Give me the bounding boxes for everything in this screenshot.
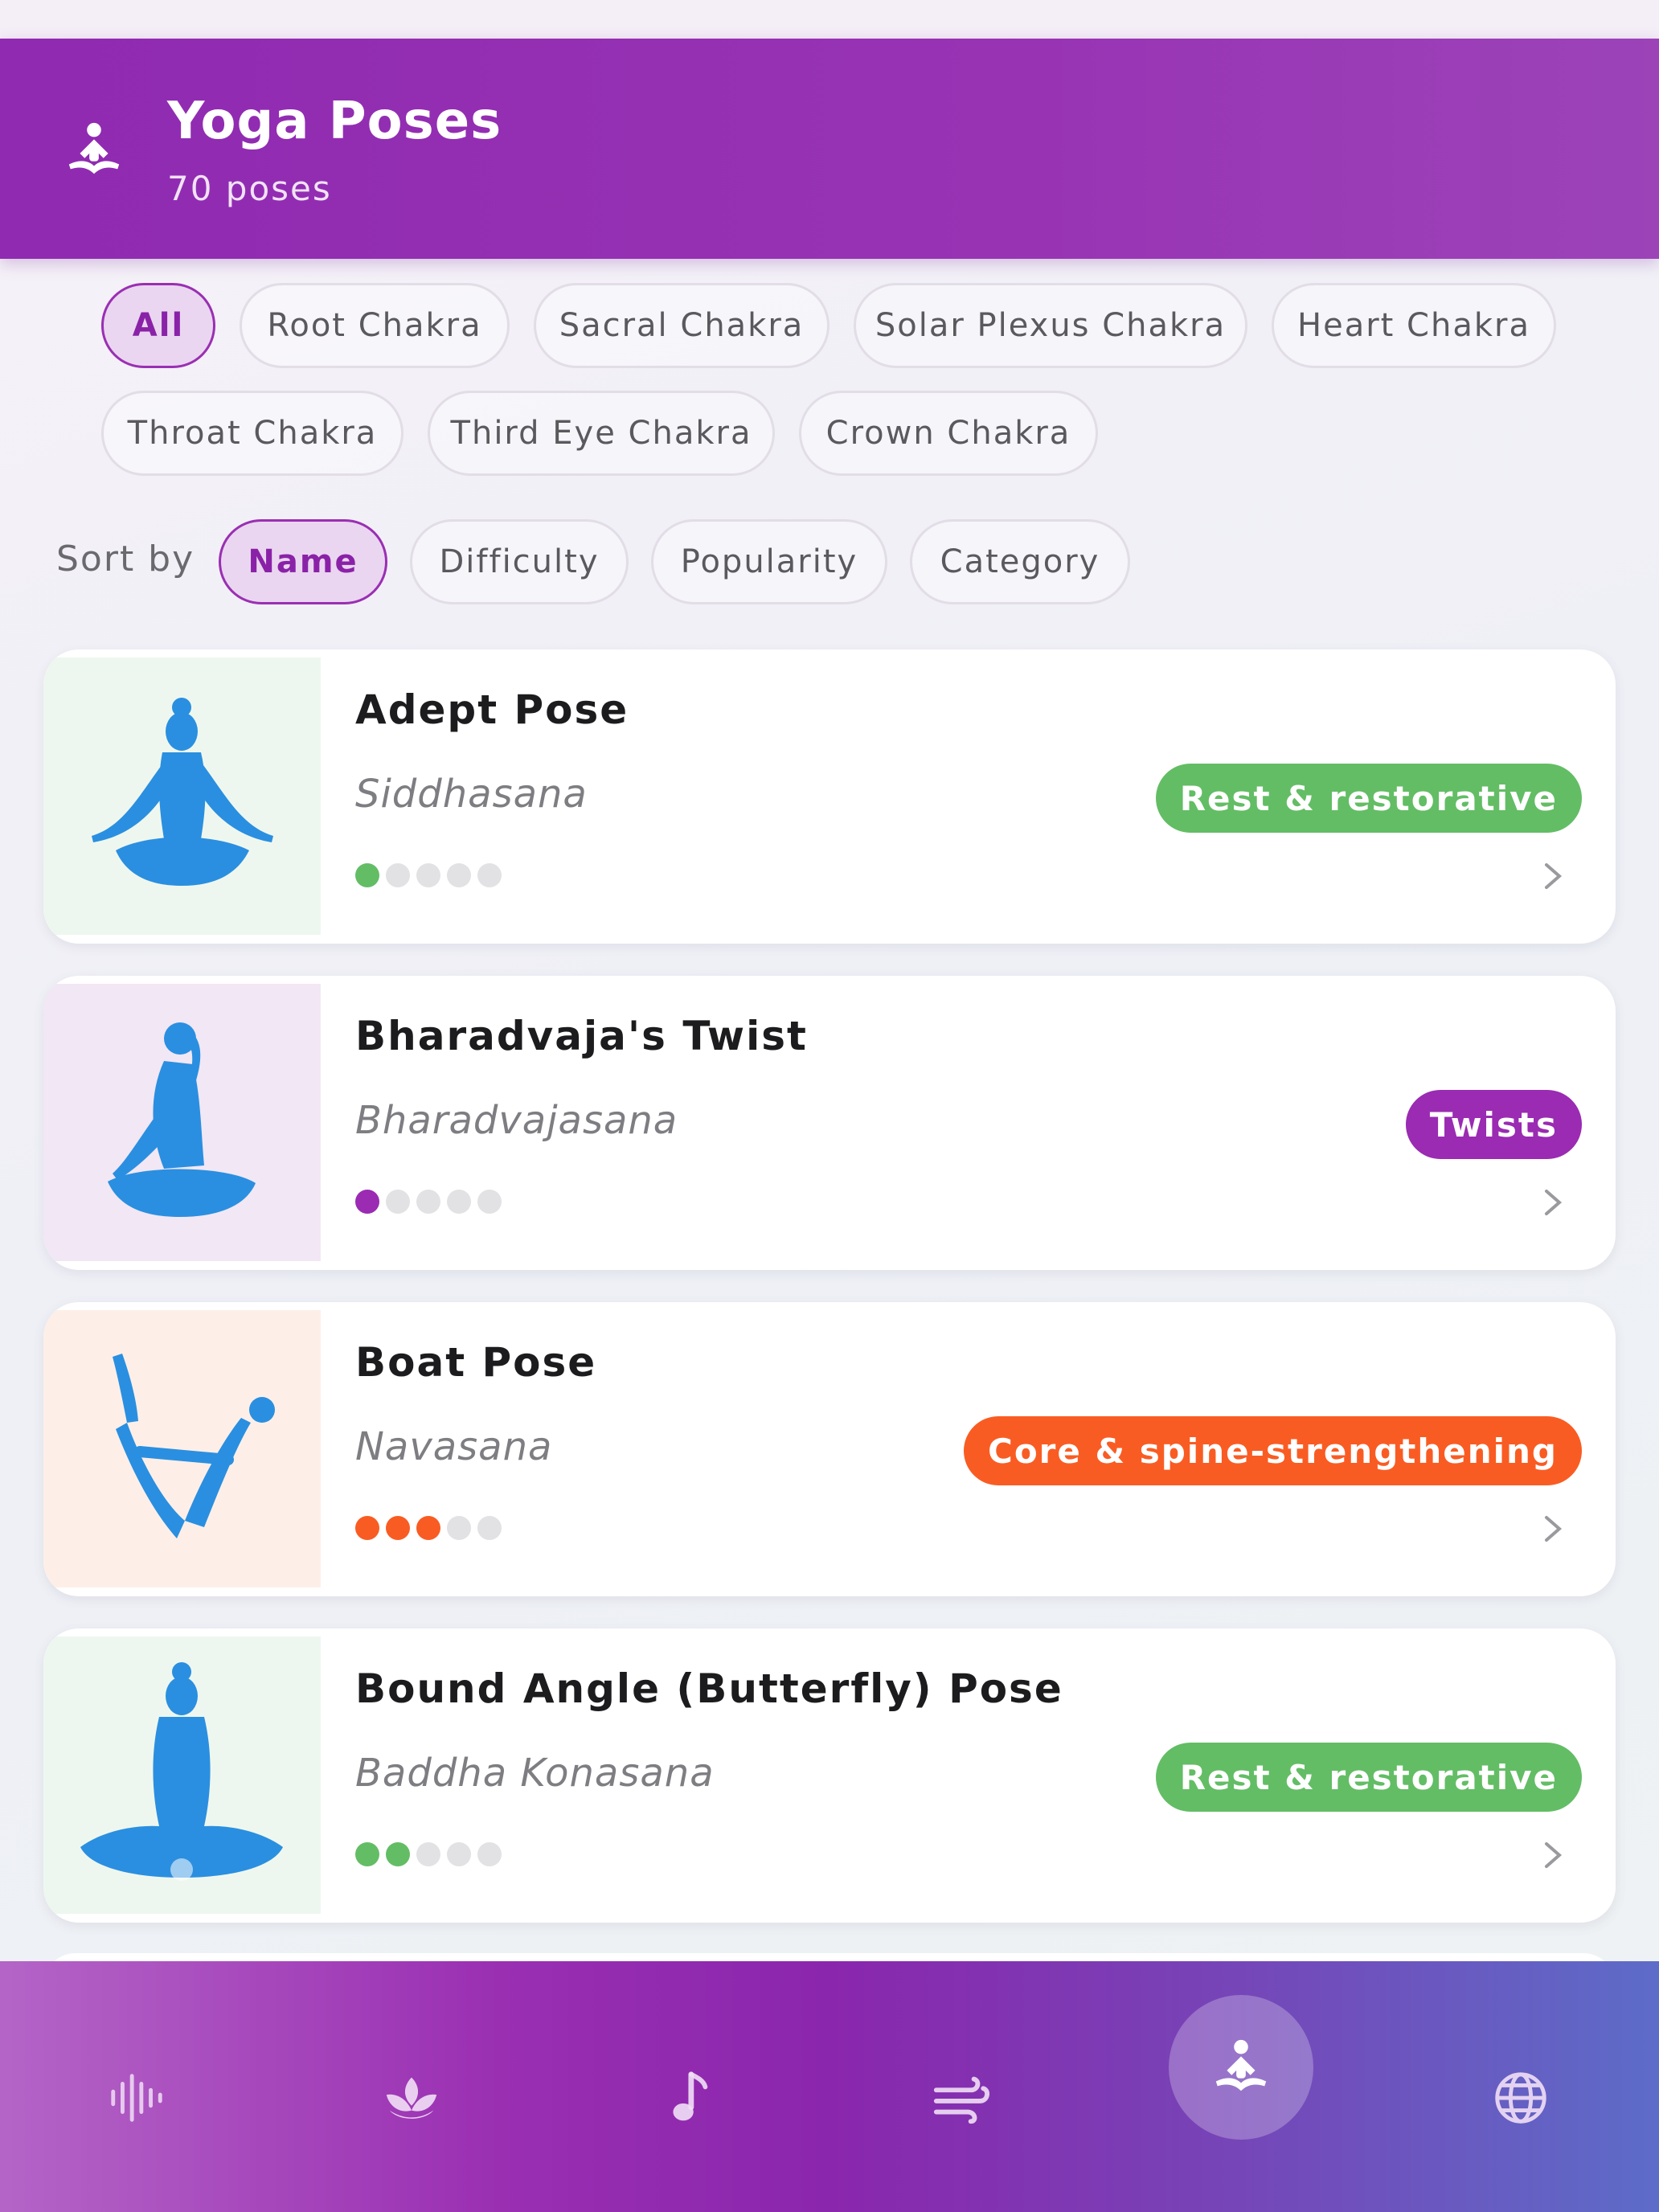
difficulty-dot: [386, 1516, 410, 1540]
difficulty-dot: [447, 1842, 471, 1866]
lotus-icon: [386, 2077, 437, 2119]
difficulty-dot: [416, 863, 440, 887]
pose-name: Bound Angle (Butterfly) Pose: [355, 1665, 1063, 1712]
pose-sanskrit-name: Navasana: [355, 1424, 553, 1469]
tab-music[interactable]: [614, 2026, 759, 2170]
sort-option-popularity[interactable]: Popularity: [651, 519, 887, 604]
difficulty-dot: [355, 1190, 379, 1214]
sort-option-name[interactable]: Name: [219, 519, 387, 604]
chevron-right-icon: [1545, 1516, 1563, 1542]
status-bar: [0, 0, 1659, 39]
globe-icon: [1495, 2072, 1546, 2124]
page-title: Yoga Poses: [167, 92, 502, 151]
pose-card[interactable]: Bharadvaja's Twist Bharadvajasana Twists: [43, 976, 1616, 1270]
tab-sounds[interactable]: [64, 2026, 209, 2170]
category-badge: Rest & restorative: [1155, 764, 1582, 833]
difficulty-dot: [355, 1842, 379, 1866]
difficulty-dot: [477, 1516, 502, 1540]
difficulty-dot: [386, 1190, 410, 1214]
filter-chip-root-chakra[interactable]: Root Chakra: [240, 283, 510, 368]
difficulty-dot: [477, 1190, 502, 1214]
pose-sanskrit-name: Baddha Konasana: [355, 1751, 715, 1796]
difficulty-dot: [447, 1190, 471, 1214]
category-badge: Rest & restorative: [1155, 1743, 1582, 1812]
difficulty-dot: [477, 863, 502, 887]
difficulty-dot: [355, 1516, 379, 1540]
filter-chip-heart-chakra[interactable]: Heart Chakra: [1272, 283, 1556, 368]
sort-option-category[interactable]: Category: [910, 519, 1130, 604]
difficulty-dot: [416, 1842, 440, 1866]
tab-yoga[interactable]: [1169, 1995, 1313, 2140]
difficulty-dot: [447, 1516, 471, 1540]
pose-card[interactable]: Boat Pose Navasana Core & spine-strength…: [43, 1302, 1616, 1596]
difficulty-dot: [416, 1516, 440, 1540]
butterfly-pose-icon: [43, 1636, 321, 1914]
difficulty-indicator: [355, 1190, 502, 1214]
pose-card[interactable]: Bound Angle (Butterfly) Pose Baddha Kona…: [43, 1628, 1616, 1923]
wind-icon: [933, 2076, 989, 2124]
category-badge: Twists: [1405, 1090, 1582, 1159]
meditation-icon: [1215, 2039, 1267, 2091]
pose-sanskrit-name: Bharadvajasana: [355, 1098, 678, 1143]
tab-explore[interactable]: [1448, 2026, 1593, 2170]
filter-chip-solar-plexus-chakra[interactable]: Solar Plexus Chakra: [854, 283, 1247, 368]
boat-pose-icon: [43, 1310, 321, 1587]
pose-name: Boat Pose: [355, 1339, 597, 1386]
pose-card[interactable]: Adept Pose Siddhasana Rest & restorative: [43, 649, 1616, 944]
difficulty-indicator: [355, 1516, 502, 1540]
difficulty-dot: [477, 1842, 502, 1866]
difficulty-dot: [416, 1190, 440, 1214]
difficulty-dot: [386, 863, 410, 887]
tab-breathing[interactable]: [889, 2026, 1034, 2170]
filter-chip-crown-chakra[interactable]: Crown Chakra: [799, 391, 1098, 476]
tab-meditation[interactable]: [339, 2026, 484, 2170]
sort-option-difficulty[interactable]: Difficulty: [410, 519, 629, 604]
difficulty-dot: [447, 863, 471, 887]
difficulty-dot: [386, 1842, 410, 1866]
chevron-right-icon: [1545, 1190, 1563, 1215]
difficulty-dot: [355, 863, 379, 887]
chevron-right-icon: [1545, 863, 1563, 889]
chevron-right-icon: [1545, 1842, 1563, 1868]
difficulty-indicator: [355, 863, 502, 887]
difficulty-indicator: [355, 1842, 502, 1866]
filter-chip-third-eye-chakra[interactable]: Third Eye Chakra: [428, 391, 775, 476]
tab-bar: [0, 1961, 1659, 2212]
app-header: Yoga Poses 70 poses: [0, 39, 1659, 259]
sort-label: Sort by: [56, 539, 195, 580]
meditation-icon: [68, 122, 120, 174]
pose-sanskrit-name: Siddhasana: [355, 772, 588, 817]
pose-name: Adept Pose: [355, 686, 629, 733]
filter-chip-throat-chakra[interactable]: Throat Chakra: [101, 391, 403, 476]
filter-chip-sacral-chakra[interactable]: Sacral Chakra: [534, 283, 830, 368]
seated-twist-pose-icon: [43, 984, 321, 1261]
waveform-icon: [111, 2074, 162, 2122]
music-note-icon: [673, 2071, 708, 2121]
pose-count: 70 poses: [167, 169, 332, 208]
seated-lotus-pose-icon: [43, 657, 321, 935]
pose-name: Bharadvaja's Twist: [355, 1013, 808, 1059]
category-badge: Core & spine-strengthening: [964, 1416, 1582, 1485]
filter-chip-all[interactable]: All: [101, 283, 215, 368]
